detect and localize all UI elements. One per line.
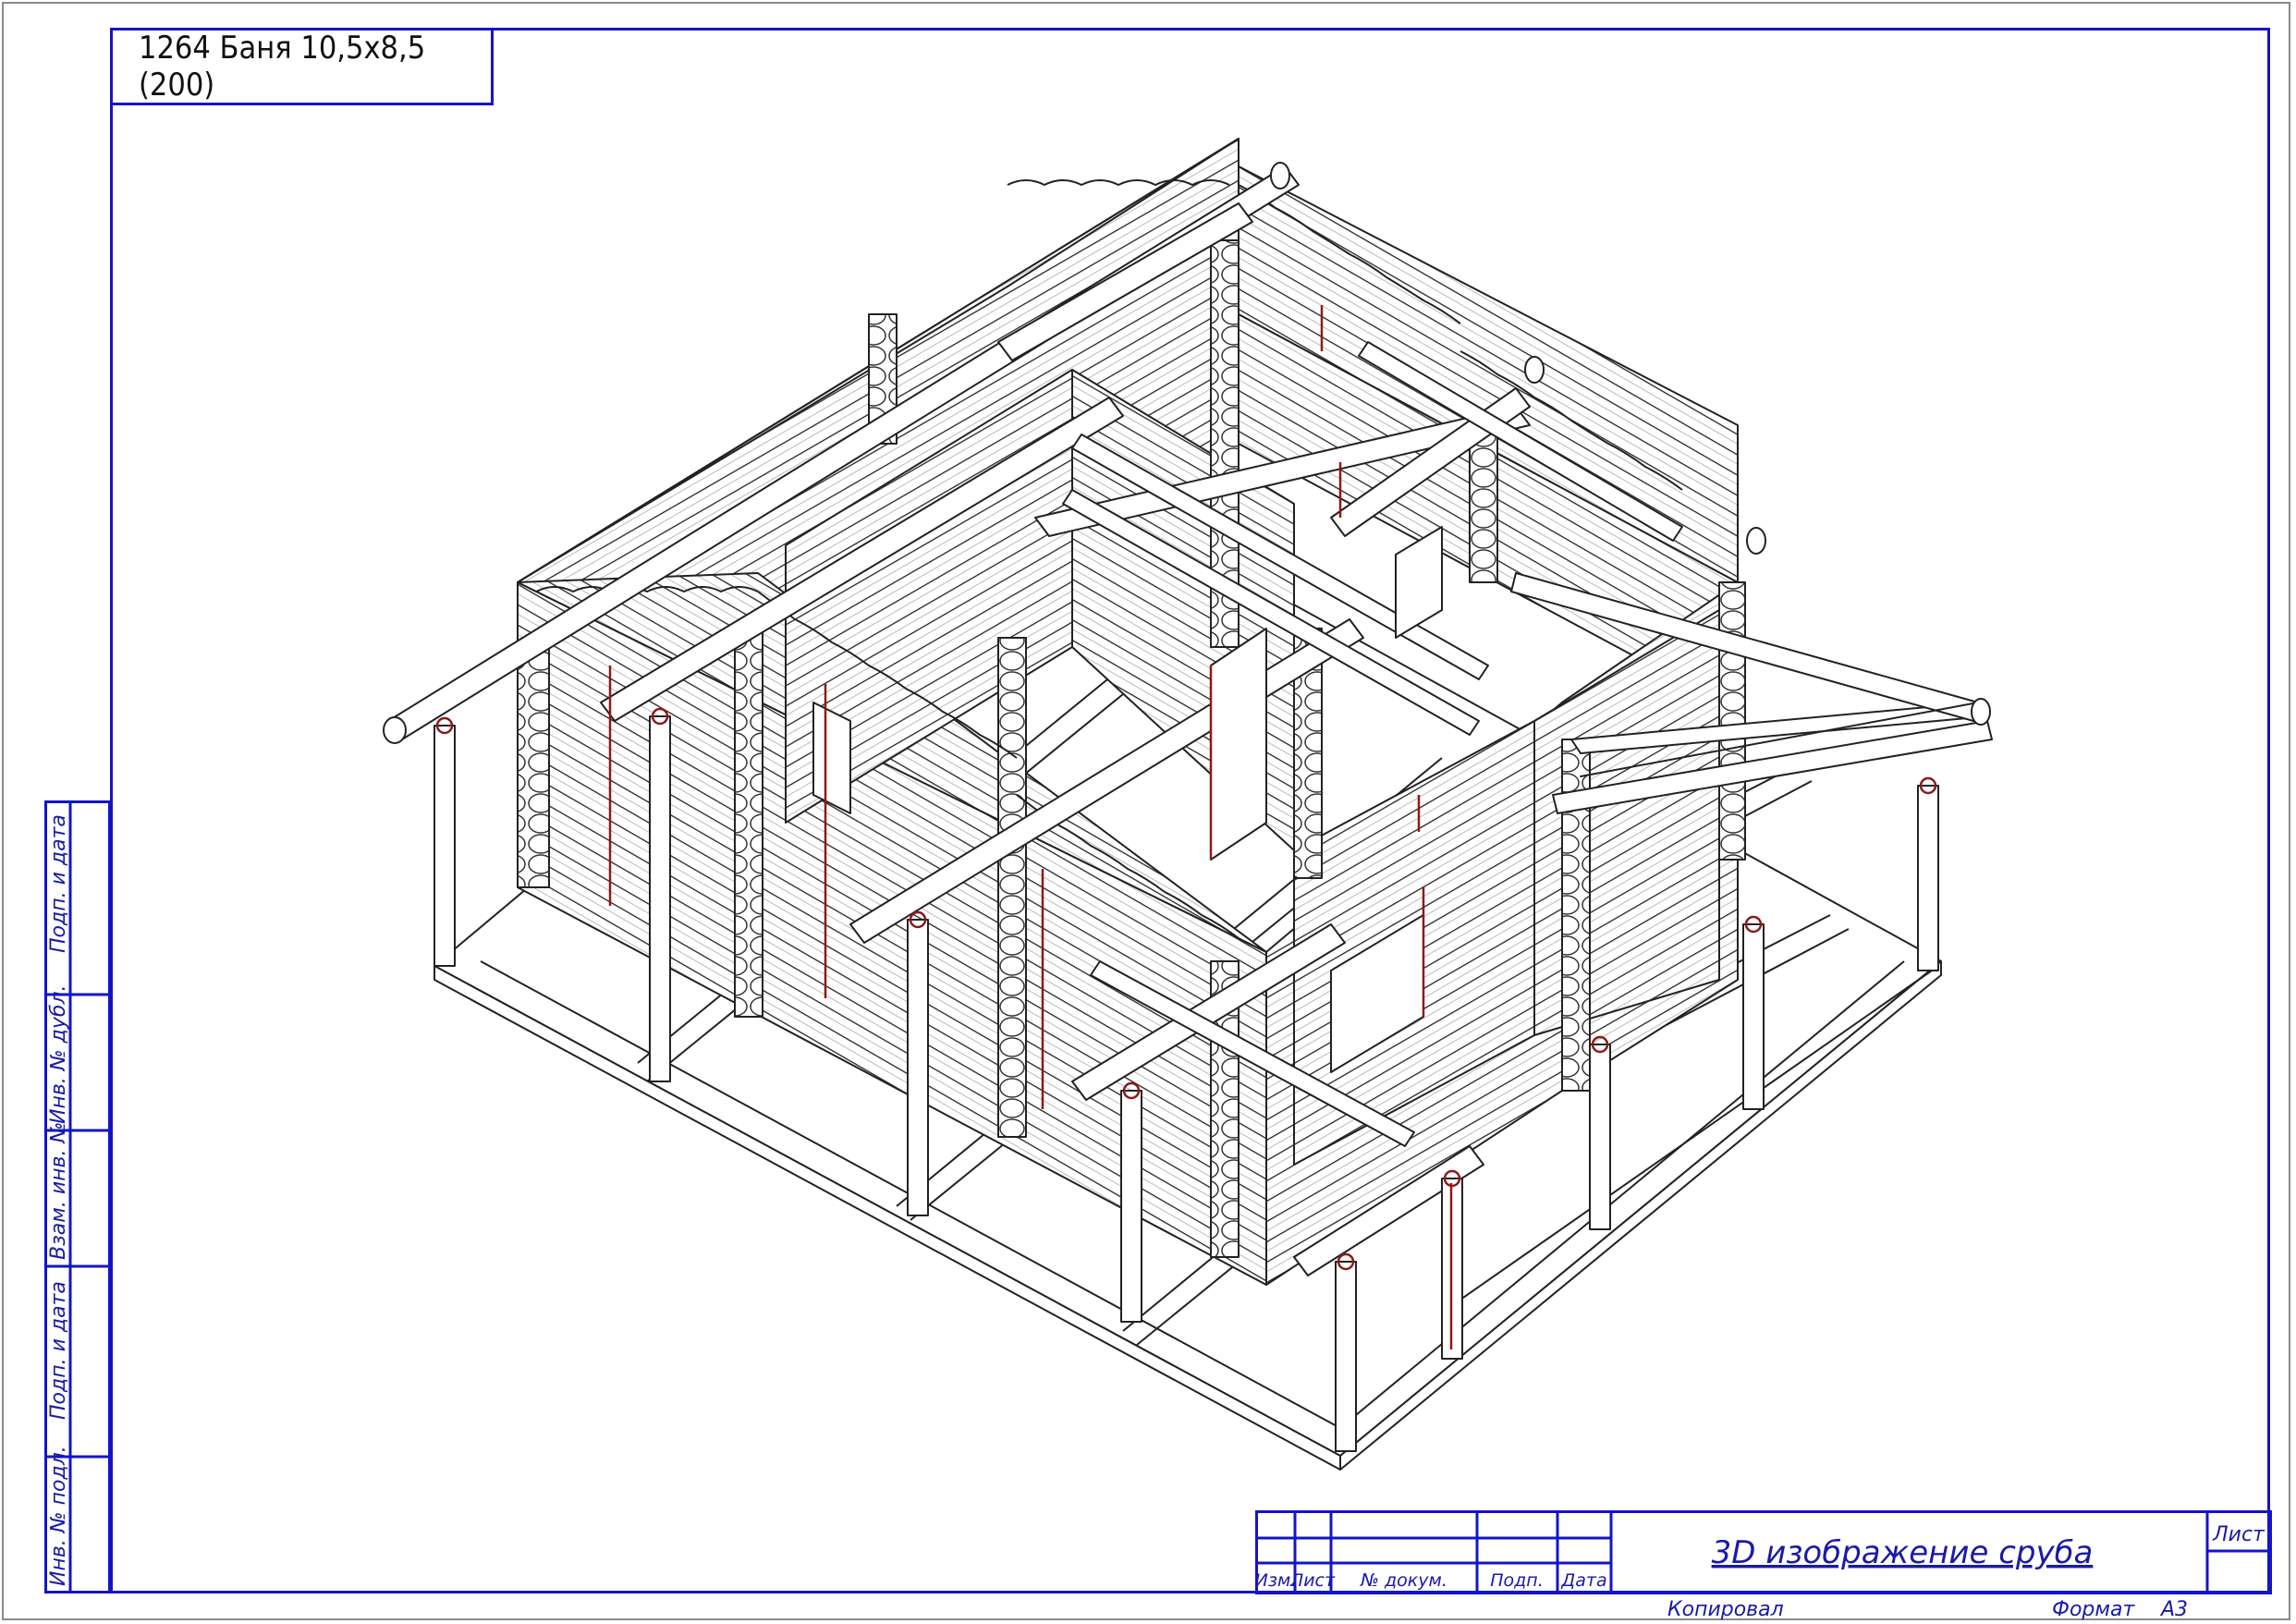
format-label: Формат [2052, 1598, 2135, 1621]
sheet-name: 3D изображение сруба [1712, 1534, 2094, 1571]
stamp-cell-1: Подп. и дата [47, 814, 70, 953]
col-doc: № докум. [1360, 1570, 1447, 1591]
format-value: А3 [2159, 1598, 2188, 1621]
stamp-cell-4: Подп. и дата [47, 1281, 70, 1420]
stamp-cell-2: Инв. № дубл. [47, 984, 70, 1124]
side-stamp: Подп. и дата Инв. № дубл. Взам. инв. № П… [44, 800, 111, 1593]
copied-label: Копировал [1667, 1598, 1784, 1621]
stamp-cell-3: Взам. инв. № [47, 1122, 70, 1260]
drawing-sheet: 1264 Баня 10,5х8,5 (200) Подп. и дата Ин… [0, 0, 2296, 1624]
sheet-label: Лист [2212, 1523, 2265, 1546]
log-cabin-3d-view [383, 138, 1993, 1471]
col-date: Дата [1560, 1570, 1606, 1591]
col-sign: Подп. [1490, 1570, 1544, 1591]
title-block: 3D изображение сруба Изм. Лист № докум. … [1255, 1510, 2272, 1621]
col-list: Лист [1289, 1570, 1336, 1591]
stamp-cell-5: Инв. № подл. [47, 1446, 70, 1586]
